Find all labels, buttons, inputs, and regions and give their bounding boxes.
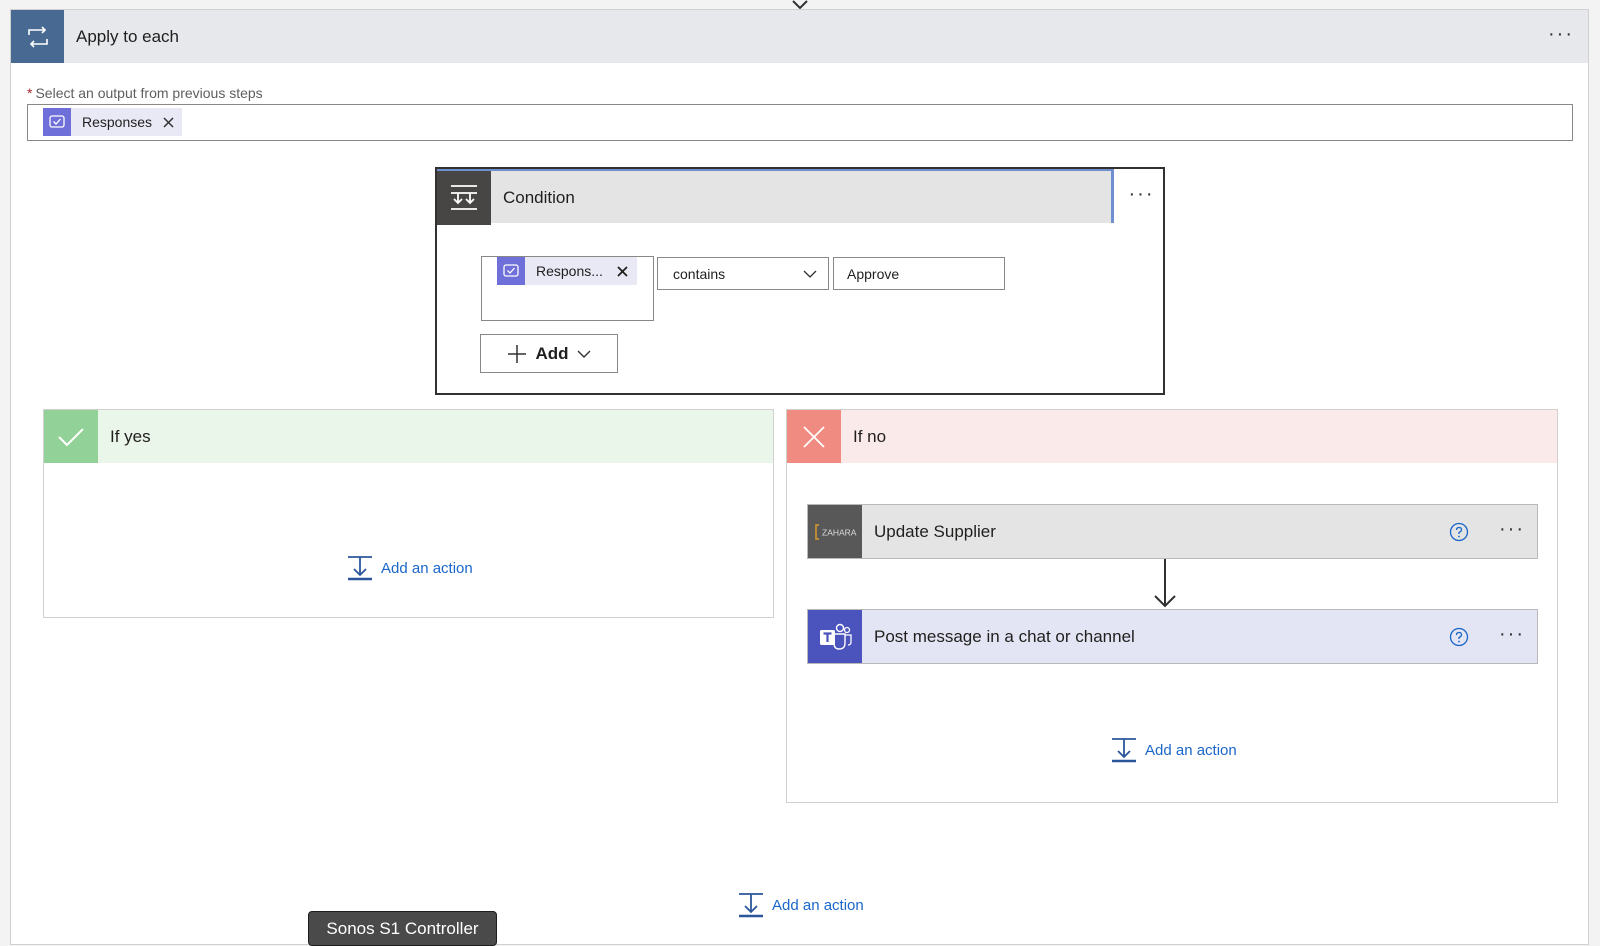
condition-right-operand[interactable]: Approve bbox=[833, 257, 1005, 290]
if-yes-branch: If yes Add an action bbox=[43, 409, 774, 618]
post-message-more-menu[interactable]: ··· bbox=[1499, 610, 1525, 659]
condition-operator-value: contains bbox=[673, 266, 726, 282]
if-yes-title: If yes bbox=[110, 427, 151, 446]
condition-title: Condition bbox=[503, 188, 575, 207]
dock-tooltip: Sonos S1 Controller bbox=[308, 911, 497, 946]
responses-short-token[interactable]: Respons... bbox=[497, 257, 637, 285]
responses-token-label: Responses bbox=[82, 114, 153, 130]
responses-token[interactable]: Responses bbox=[43, 108, 183, 136]
loop-add-action-link[interactable]: Add an action bbox=[738, 892, 864, 918]
condition-operator-dropdown[interactable]: contains bbox=[657, 257, 829, 290]
condition-card: Condition ··· Respons... contains Approv… bbox=[435, 167, 1165, 395]
apply-to-each-card: Apply to each ··· * Select an output from… bbox=[10, 9, 1589, 945]
teams-icon bbox=[808, 610, 862, 663]
responses-short-token-close-icon[interactable] bbox=[615, 265, 631, 277]
condition-add-label: Add bbox=[535, 343, 569, 363]
add-action-icon bbox=[1112, 738, 1136, 763]
select-output-label: * Select an output from previous steps bbox=[27, 85, 263, 101]
add-action-icon bbox=[739, 893, 763, 918]
if-no-add-action-label: Add an action bbox=[1145, 741, 1237, 759]
chevron-down-icon bbox=[803, 270, 817, 278]
checkmark-icon bbox=[44, 410, 98, 463]
add-action-icon bbox=[348, 556, 372, 581]
if-no-header[interactable]: If no bbox=[787, 410, 1557, 463]
responses-short-token-label: Respons... bbox=[536, 263, 603, 279]
if-no-title: If no bbox=[853, 427, 887, 446]
approvals-icon bbox=[43, 108, 71, 136]
apply-to-each-title: Apply to each bbox=[76, 27, 180, 46]
condition-header[interactable]: Condition bbox=[437, 169, 1114, 225]
required-marker: * bbox=[27, 85, 33, 101]
update-supplier-title: Update Supplier bbox=[874, 522, 996, 541]
help-icon[interactable] bbox=[1449, 627, 1469, 647]
loop-icon bbox=[11, 10, 64, 63]
loop-add-action-label: Add an action bbox=[772, 896, 864, 914]
update-supplier-more-menu[interactable]: ··· bbox=[1499, 505, 1525, 554]
post-message-title: Post message in a chat or channel bbox=[874, 627, 1135, 646]
approvals-icon bbox=[497, 257, 525, 285]
plus-icon bbox=[508, 344, 527, 363]
apply-to-each-header[interactable]: Apply to each ··· bbox=[11, 10, 1588, 63]
connector-arrow bbox=[1154, 559, 1176, 608]
if-no-add-action-link[interactable]: Add an action bbox=[1111, 737, 1237, 763]
zahara-logo-text: ZAHARA bbox=[822, 527, 857, 537]
chevron-down-icon bbox=[577, 350, 591, 358]
responses-token-close-icon[interactable] bbox=[160, 116, 176, 128]
update-supplier-action[interactable]: ZAHARA Update Supplier ··· bbox=[807, 504, 1538, 559]
select-output-label-text: Select an output from previous steps bbox=[35, 85, 263, 101]
condition-left-operand[interactable]: Respons... bbox=[481, 256, 654, 321]
if-no-branch: If no ZAHARA Update Supplier ··· Post me… bbox=[786, 409, 1558, 803]
select-output-field[interactable]: Responses bbox=[27, 104, 1573, 141]
apply-to-each-more-menu[interactable]: ··· bbox=[1548, 10, 1574, 63]
condition-icon bbox=[437, 171, 491, 225]
if-yes-add-action-link[interactable]: Add an action bbox=[347, 555, 473, 581]
condition-add-button[interactable]: Add bbox=[480, 334, 618, 373]
zahara-logo-icon: ZAHARA bbox=[808, 505, 862, 558]
post-message-action[interactable]: Post message in a chat or channel ··· bbox=[807, 609, 1538, 664]
if-yes-add-action-label: Add an action bbox=[381, 559, 473, 577]
condition-right-value: Approve bbox=[847, 266, 900, 282]
if-yes-header[interactable]: If yes bbox=[44, 410, 773, 463]
close-icon bbox=[787, 410, 841, 463]
condition-more-menu[interactable]: ··· bbox=[1120, 169, 1163, 223]
help-icon[interactable] bbox=[1449, 522, 1469, 542]
